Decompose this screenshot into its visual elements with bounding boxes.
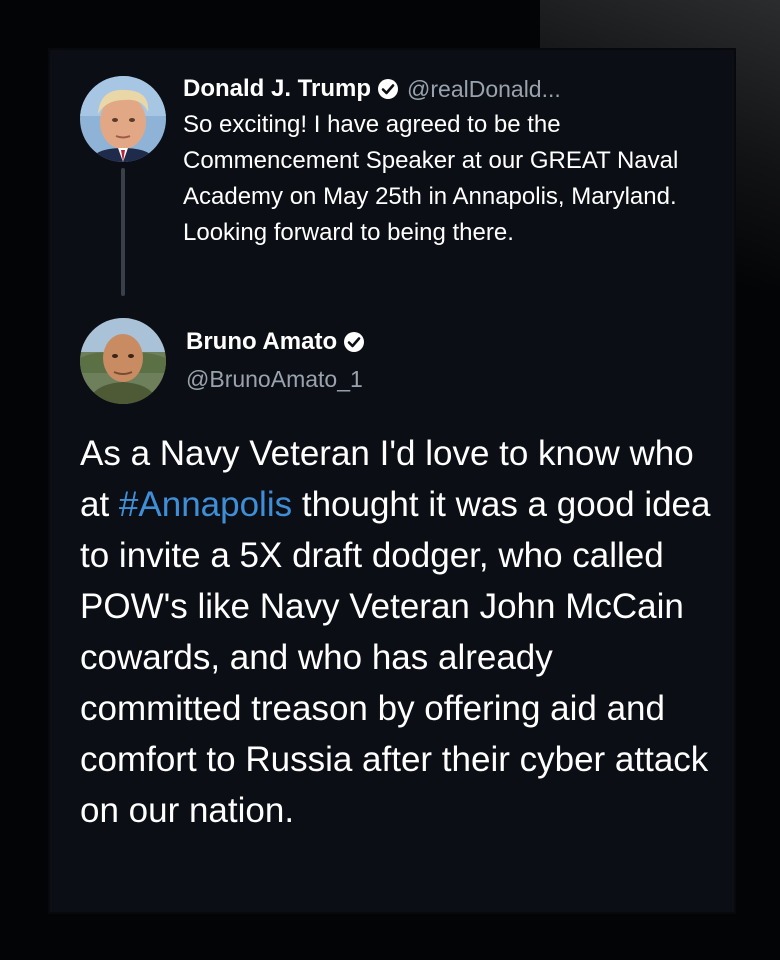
author-name[interactable]: Bruno Amato: [186, 328, 337, 356]
author-handle[interactable]: @BrunoAmato_1: [186, 366, 363, 393]
screenshot-frame: Donald J. Trump @realDonald... So exciti…: [0, 0, 780, 960]
tweet-2-body: As a Navy Veteran I'd love to know who a…: [80, 428, 720, 836]
author-name[interactable]: Donald J. Trump: [183, 75, 371, 103]
avatar-donald-trump[interactable]: [80, 76, 166, 162]
tweet-1-body: So exciting! I have agreed to be the Com…: [183, 111, 679, 246]
author-handle[interactable]: @realDonald...: [407, 76, 561, 103]
verified-badge-icon: [343, 331, 365, 353]
verified-badge-icon: [377, 78, 399, 100]
avatar-bruno-amato[interactable]: [80, 318, 166, 404]
tweet-2-header: Bruno Amato: [186, 326, 365, 358]
hashtag-link[interactable]: #Annapolis: [119, 485, 292, 524]
tweet-2-text-after: thought it was a good idea to invite a 5…: [80, 485, 711, 830]
tweet-1-header: Donald J. Trump @realDonald...: [183, 73, 561, 105]
thread-connector-line: [121, 168, 125, 296]
